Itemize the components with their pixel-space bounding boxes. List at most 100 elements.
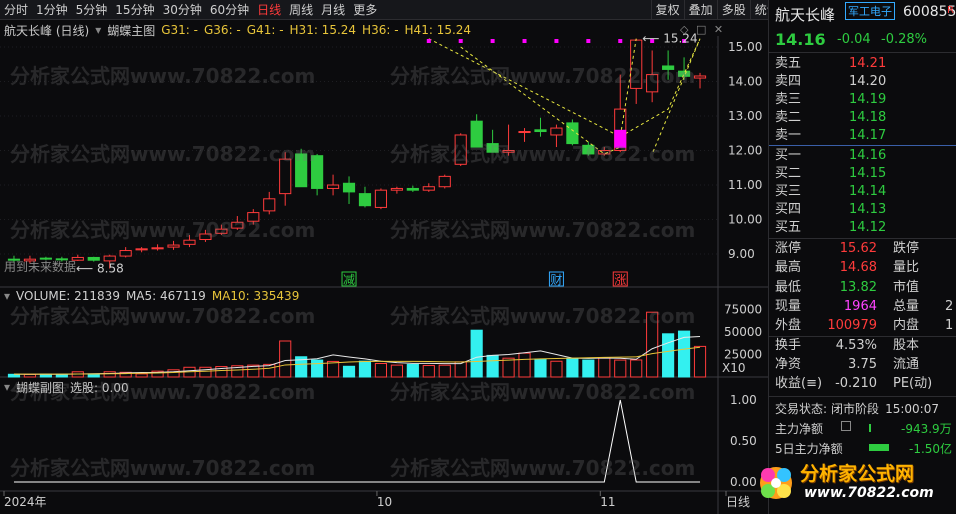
ask-row-label: 卖一: [775, 128, 802, 143]
volume-bar: [167, 369, 180, 378]
volume-tick: 25000: [724, 348, 762, 362]
candle-body: [374, 189, 388, 208]
price-tick: 11.00: [728, 178, 762, 192]
volume-unit: X10: [722, 361, 746, 375]
candle-body: [454, 134, 467, 165]
bid-row: 买三 14.14: [769, 183, 956, 201]
volume-bar: [279, 340, 292, 378]
fullscreen-icon[interactable]: □: [696, 23, 706, 36]
x-tick: 10: [377, 495, 392, 509]
stat-row: 收益(≡) -0.210 PE(动): [769, 375, 956, 393]
dropdown-icon[interactable]: ▾: [4, 289, 10, 303]
trade-phase: 闭市阶段: [831, 402, 880, 416]
ask-row: 卖三 14.19: [769, 91, 956, 109]
dropdown-icon[interactable]: ▾: [4, 380, 10, 394]
dropdown-icon[interactable]: ▾: [95, 23, 101, 37]
volume-bar: [374, 363, 388, 378]
candle-body: [406, 187, 419, 191]
candle-body: [247, 212, 260, 222]
signal-marker: 减: [343, 273, 355, 287]
signal-dot: [522, 39, 527, 43]
volume-bar: [390, 364, 403, 378]
indicator-name[interactable]: 蝴蝶主图: [107, 22, 155, 39]
indicator-param: H41: 15.24: [404, 23, 472, 37]
toolbar-button[interactable]: 多股: [716, 0, 750, 20]
period-button[interactable]: 15分钟: [111, 0, 158, 20]
candle-body: [151, 247, 164, 250]
x-tick: 日线: [726, 495, 750, 509]
candle-body: [326, 184, 340, 189]
ask-row: 卖四 14.20: [769, 73, 956, 91]
x-tick: 11: [600, 495, 615, 509]
candle-body: [199, 233, 212, 241]
candle-body: [135, 248, 148, 251]
volume-bar: [582, 359, 595, 378]
volume-bar: [550, 360, 563, 378]
period-button[interactable]: 周线: [285, 0, 317, 20]
close-icon[interactable]: ✕: [714, 23, 723, 36]
bid-row: 买二 14.15: [769, 165, 956, 183]
trade-status-label: 交易状态:: [775, 402, 828, 416]
chart-area[interactable]: 9.00 10.00 11.00 12.00 13.00 14.00 15.00 ⟵ 15.2…: [0, 20, 768, 514]
volume-bar: [518, 352, 531, 378]
candle-body: [693, 75, 707, 79]
last-price: 14.16: [775, 30, 826, 49]
list-icon[interactable]: [841, 421, 851, 431]
ask-row-price: 14.17: [849, 128, 887, 143]
period-button[interactable]: 1分钟: [32, 0, 72, 20]
volume-bar: [406, 363, 419, 378]
ma5-label: MA5: 467119: [125, 289, 206, 303]
quote-divider: [769, 238, 956, 239]
period-button[interactable]: 30分钟: [159, 0, 206, 20]
stat-label: PE(动): [893, 376, 933, 392]
candle-body: [342, 182, 356, 193]
volume-bar: [646, 311, 659, 378]
x-tick: 2024年: [4, 495, 47, 509]
stat-value: -0.210: [835, 376, 877, 392]
stock-title: 航天长峰 (日线): [4, 23, 90, 38]
quote-panel: 航天长峰 军工电子 600855 R 14.16 -0.04 -0.28% 卖五 14.21 卖四…: [768, 0, 956, 514]
candle-body: [550, 127, 563, 136]
stat-value: 3.75: [848, 356, 877, 372]
bid-row-price: 14.12: [849, 220, 887, 235]
bid-row-price: 14.13: [849, 202, 887, 217]
candle-body: [486, 143, 499, 153]
stat-label: 涨停: [775, 241, 802, 256]
volume-bar: [614, 359, 627, 378]
period-button[interactable]: 分时: [0, 0, 32, 20]
volume-bar: [534, 358, 547, 378]
candle-body: [39, 257, 52, 260]
stat-row: 外盘 100979 内盘 1: [769, 317, 956, 335]
quote-header: 航天长峰 军工电子 600855 R: [775, 2, 956, 24]
volume-bar: [470, 329, 483, 378]
volume-bar: [454, 361, 467, 378]
price-tick: 13.00: [728, 109, 762, 123]
ask-row: 卖一 14.17: [769, 127, 956, 145]
period-button[interactable]: 更多: [349, 0, 381, 20]
period-button[interactable]: 月线: [317, 0, 349, 20]
toolbar-button[interactable]: 叠加: [683, 0, 717, 20]
stat-label: 量比: [893, 260, 920, 276]
period-button[interactable]: 5分钟: [72, 0, 112, 20]
bid-row: 买五 14.12: [769, 219, 956, 237]
diamond-icon[interactable]: ◇: [680, 23, 688, 36]
period-button[interactable]: 60分钟: [206, 0, 253, 20]
candle-body: [311, 155, 324, 189]
bid-row-price: 14.15: [849, 166, 887, 181]
toolbar-button[interactable]: 复权: [650, 0, 684, 20]
main-panel-header: 航天长峰 (日线) ▾ 蝴蝶主图 G31: - G36: - G41: - H31: …: [4, 22, 483, 38]
candle-body: [167, 244, 180, 248]
sub-tick: 1.00: [730, 393, 757, 407]
candle-body: [534, 129, 547, 133]
period-button[interactable]: 日线: [253, 0, 285, 20]
site-logo: 分析家公式网 www.70822.com: [748, 455, 948, 510]
chart-canvas[interactable]: 9.0010.0011.0012.0013.0014.0015.00⟵ 15.2…: [0, 20, 768, 514]
sub-indicator-name[interactable]: 蝴蝶副图: [16, 379, 64, 396]
candle-body: [677, 70, 691, 77]
ask-row-label: 卖二: [775, 110, 802, 125]
candle-body: [390, 187, 403, 191]
indicator-param: H31: 15.24: [289, 23, 357, 37]
logo-url: www.70822.com: [804, 485, 934, 501]
volume-bar: [662, 333, 675, 378]
price-tick: 15.00: [728, 40, 762, 54]
